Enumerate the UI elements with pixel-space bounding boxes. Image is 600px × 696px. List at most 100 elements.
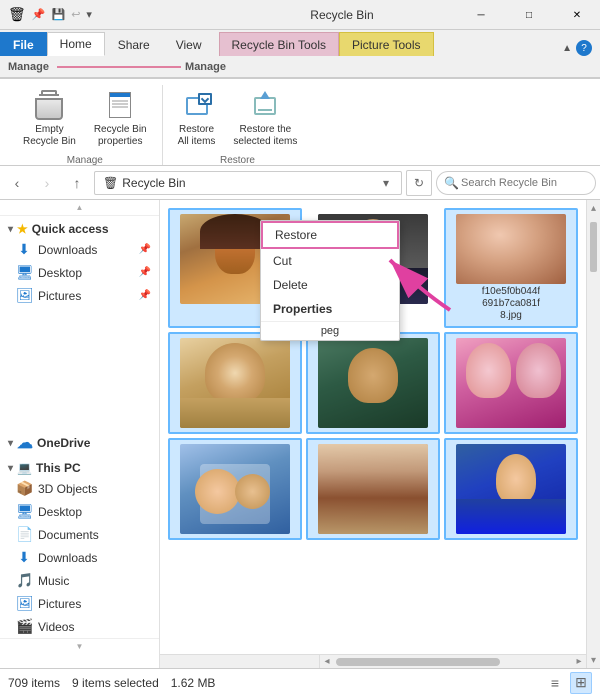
- tab-home[interactable]: Home: [47, 32, 105, 56]
- file-thumbnail-5: [456, 338, 566, 428]
- file-thumbnail-2: [456, 214, 566, 284]
- sidebar-scroll-up[interactable]: ▲: [0, 200, 159, 216]
- file-item-0[interactable]: Restore Cut Delete Properties peg: [168, 208, 302, 328]
- sidebar-desktop-quick-label: Desktop: [38, 266, 135, 280]
- item-count: 709 items: [8, 676, 60, 690]
- sidebar-item-desktop-quick[interactable]: 🖥 Desktop 📌: [0, 261, 159, 284]
- ribbon-tabs: File Home Share View Recycle Bin Tools P…: [0, 30, 600, 56]
- pictures-quick-icon: 🖼: [16, 287, 32, 304]
- main-area: ▲ ▾ ★ Quick access ⬇ Downloads 📌 🖥 Deskt…: [0, 200, 600, 668]
- context-menu-below-label: peg: [261, 321, 399, 340]
- context-menu: Restore Cut Delete Properties peg: [260, 220, 400, 341]
- sidebar-item-pictures-quick[interactable]: 🖼 Pictures 📌: [0, 284, 159, 307]
- address-path[interactable]: 🗑 Recycle Bin ▾: [94, 171, 402, 195]
- horizontal-scrollbar[interactable]: ◂ ▸: [160, 654, 586, 668]
- help-icon[interactable]: ?: [576, 40, 592, 56]
- sidebar-item-3d-objects[interactable]: 📦 3D Objects: [0, 477, 159, 500]
- forward-button[interactable]: ›: [34, 170, 60, 196]
- minimize-button[interactable]: ─: [458, 0, 504, 30]
- downloads-quick-icon: ⬇: [16, 241, 32, 258]
- restore-all-button[interactable]: RestoreAll items: [171, 85, 223, 153]
- tab-file[interactable]: File: [0, 32, 47, 56]
- list-view-button[interactable]: ≡: [544, 672, 566, 694]
- search-input[interactable]: [436, 171, 596, 195]
- ribbon-content: EmptyRecycle Bin: [0, 78, 600, 166]
- empty-recycle-bin-button[interactable]: EmptyRecycle Bin: [16, 85, 83, 153]
- address-bar: ‹ › ↑ 🗑 Recycle Bin ▾ ↻ 🔍: [0, 166, 600, 200]
- maximize-button[interactable]: □: [506, 0, 552, 30]
- context-menu-properties[interactable]: Properties: [261, 297, 399, 321]
- manage-tab-row: Manage Manage: [0, 56, 600, 78]
- sidebar-section-quick-access[interactable]: ▾ ★ Quick access: [0, 216, 159, 238]
- up-button[interactable]: ↑: [64, 170, 90, 196]
- music-icon: 🎵: [16, 572, 32, 589]
- file-area-wrapper: Restore Cut Delete Properties peg: [160, 200, 586, 668]
- sidebar-item-downloads-pc[interactable]: ⬇ Downloads: [0, 546, 159, 569]
- v-scroll-down[interactable]: ▾: [587, 652, 600, 668]
- tab-share[interactable]: Share: [105, 32, 163, 56]
- path-text: Recycle Bin: [122, 176, 379, 190]
- selected-size: 1.62 MB: [171, 676, 216, 690]
- sidebar-item-videos[interactable]: 🎬 Videos: [0, 615, 159, 638]
- refresh-button[interactable]: ↻: [406, 170, 432, 196]
- file-item-7[interactable]: [306, 438, 440, 540]
- file-thumbnail-4: [318, 338, 428, 428]
- sidebar-videos-label: Videos: [38, 620, 151, 634]
- onedrive-cloud-icon: ☁: [17, 433, 33, 453]
- context-menu-delete[interactable]: Delete: [261, 273, 399, 297]
- status-bar: 709 items 9 items selected 1.62 MB ≡ ⊞: [0, 668, 600, 696]
- sidebar-section-onedrive[interactable]: ▾ ☁ OneDrive: [0, 427, 159, 455]
- sidebar-item-music[interactable]: 🎵 Music: [0, 569, 159, 592]
- file-item-3[interactable]: [168, 332, 302, 434]
- pictures-pc-icon: 🖼: [16, 595, 32, 612]
- sidebar-section-this-pc[interactable]: ▾ 💻 This PC: [0, 455, 159, 477]
- search-container: 🔍: [436, 171, 596, 195]
- tab-view[interactable]: View: [163, 32, 215, 56]
- pin-icon-1: 📌: [139, 267, 151, 278]
- file-item-8[interactable]: [444, 438, 578, 540]
- sidebar-item-pictures-pc[interactable]: 🖼 Pictures: [0, 592, 159, 615]
- sidebar-scroll-down[interactable]: ▼: [0, 638, 159, 654]
- videos-icon: 🎬: [16, 618, 32, 635]
- sidebar-music-label: Music: [38, 574, 151, 588]
- restore-group-label: Restore: [171, 155, 305, 166]
- file-grid: Restore Cut Delete Properties peg: [164, 204, 582, 544]
- vertical-scrollbar[interactable]: ▴ ▾: [586, 200, 600, 668]
- close-button[interactable]: ✕: [554, 0, 600, 30]
- sidebar-pictures-pc-label: Pictures: [38, 597, 151, 611]
- sidebar-downloads-pc-label: Downloads: [38, 551, 151, 565]
- file-thumbnail-8: [456, 444, 566, 534]
- restore-selected-button[interactable]: Restore theselected items: [226, 85, 304, 153]
- v-scroll-thumb[interactable]: [590, 222, 597, 272]
- file-item-2[interactable]: f10e5f0b044f691b7ca081f8.jpg: [444, 208, 578, 328]
- tab-picture-tools[interactable]: Picture Tools: [339, 32, 433, 56]
- recycle-bin-properties-button[interactable]: Recycle Binproperties: [87, 85, 154, 153]
- restore-selected-label: Restore theselected items: [233, 124, 297, 148]
- file-item-6[interactable]: [168, 438, 302, 540]
- pin-icon-0: 📌: [139, 244, 151, 255]
- file-label-2: f10e5f0b044f691b7ca081f8.jpg: [482, 286, 540, 322]
- sidebar-item-desktop-pc[interactable]: 🖥 Desktop: [0, 500, 159, 523]
- sidebar-item-documents[interactable]: 📄 Documents: [0, 523, 159, 546]
- file-item-4[interactable]: [306, 332, 440, 434]
- onedrive-expand-icon: ▾: [8, 438, 13, 449]
- desktop-pc-icon: 🖥: [16, 503, 32, 520]
- address-dropdown-arrow[interactable]: ▾: [379, 176, 393, 190]
- chevron-up-icon[interactable]: ▲: [562, 43, 572, 54]
- file-thumbnail-3: [180, 338, 290, 428]
- undo-icon: ↩: [71, 8, 80, 21]
- file-item-5[interactable]: [444, 332, 578, 434]
- this-pc-label: This PC: [36, 461, 81, 475]
- star-icon: ★: [17, 222, 28, 236]
- context-menu-restore[interactable]: Restore: [261, 221, 399, 249]
- recycle-bin-properties-icon: [104, 90, 136, 122]
- sidebar: ▲ ▾ ★ Quick access ⬇ Downloads 📌 🖥 Deskt…: [0, 200, 160, 668]
- status-left: 709 items 9 items selected 1.62 MB: [8, 676, 544, 690]
- file-thumbnail-6: [180, 444, 290, 534]
- grid-view-button[interactable]: ⊞: [570, 672, 592, 694]
- context-menu-cut[interactable]: Cut: [261, 249, 399, 273]
- v-scroll-up[interactable]: ▴: [587, 200, 600, 216]
- back-button[interactable]: ‹: [4, 170, 30, 196]
- sidebar-item-downloads-quick[interactable]: ⬇ Downloads 📌: [0, 238, 159, 261]
- tab-recycle-bin-tools[interactable]: Recycle Bin Tools: [219, 32, 340, 56]
